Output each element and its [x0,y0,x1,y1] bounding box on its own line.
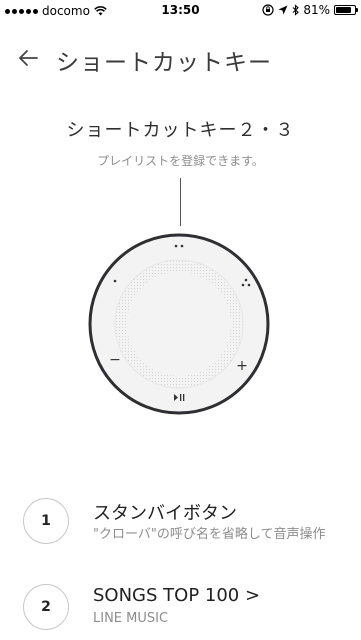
volume-up-button[interactable]: + [236,358,248,374]
item-number-badge: 2 [23,584,69,630]
battery-percent: 81% [303,3,330,17]
location-arrow-icon [278,5,288,15]
pointer-line [180,178,181,226]
item-number-badge: 1 [23,498,69,544]
status-bar: docomo 13:50 81% [0,0,361,22]
shortcut-subtitle: プレイリストを登録できます。 [97,154,264,168]
shortcut-title: ショートカットキー２・３ [66,120,295,141]
shortcut-1-marker[interactable] [113,279,117,283]
bluetooth-icon [292,4,300,16]
item-title: スタンバイボタン [93,503,237,524]
orientation-lock-icon [262,4,274,16]
status-right: 81% [262,3,358,17]
item-title: SONGS TOP 100 > [93,585,261,606]
page-title: ショートカットキー [56,50,272,76]
speaker-dial: − + [88,233,270,415]
item-description: "クローバ"の呼び名を省略して音声操作 [93,527,326,542]
app-header: ショートカットキー [0,38,361,78]
item-description: LINE MUSIC [93,611,169,626]
battery-level-fill [336,7,351,13]
back-arrow-icon[interactable] [16,46,40,70]
volume-down-button[interactable]: − [109,352,121,368]
battery-icon [334,5,358,15]
